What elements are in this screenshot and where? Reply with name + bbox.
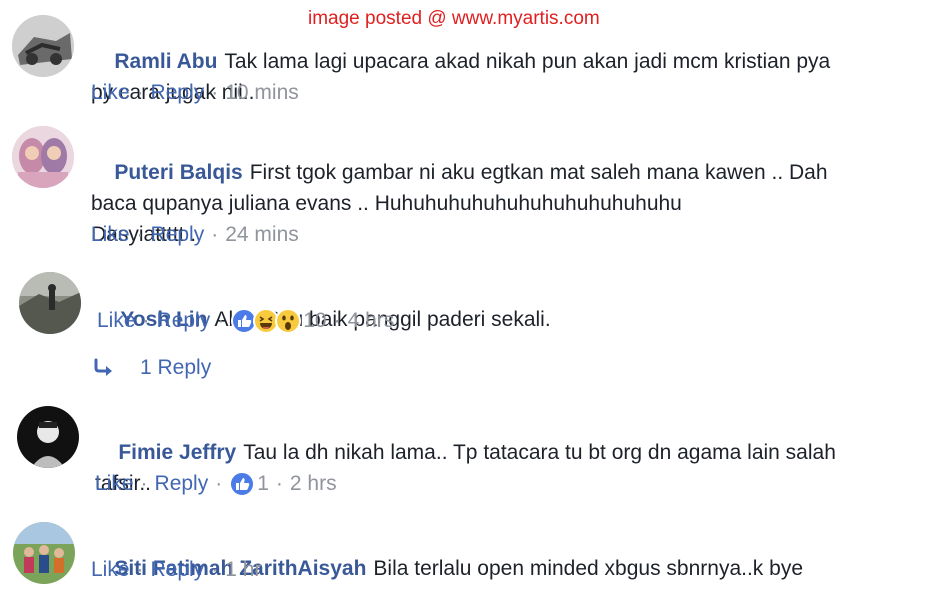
- wow-reaction-icon: [275, 308, 302, 334]
- separator-dot: ·: [136, 81, 144, 104]
- comment-timestamp[interactable]: 4 hrs: [348, 309, 395, 333]
- separator-dot: ·: [136, 223, 144, 246]
- reply-button[interactable]: Reply: [155, 472, 209, 496]
- like-button[interactable]: Like: [91, 223, 130, 247]
- comment-text: Bila terlalu open minded xbgus sbnrnya..…: [373, 557, 803, 580]
- commenter-name[interactable]: Fimie Jeffry: [118, 441, 236, 464]
- avatar[interactable]: [13, 522, 75, 584]
- avatar-image: [19, 272, 81, 334]
- reply-button[interactable]: Reply: [157, 309, 211, 333]
- separator-dot: ·: [217, 309, 225, 332]
- reply-button[interactable]: Reply: [151, 558, 205, 582]
- reaction-count[interactable]: 10: [303, 309, 326, 333]
- reaction-count[interactable]: 1: [257, 472, 269, 496]
- separator-dot: ·: [211, 558, 219, 581]
- replies-count-label[interactable]: 1 Reply: [140, 356, 211, 380]
- like-button[interactable]: Like: [91, 558, 130, 582]
- separator-dot: ·: [275, 472, 283, 495]
- reply-arrow-icon: [94, 358, 112, 376]
- avatar[interactable]: [17, 406, 79, 468]
- avatar[interactable]: [12, 126, 74, 188]
- separator-dot: ·: [140, 472, 148, 495]
- reactions-summary[interactable]: [229, 471, 256, 497]
- separator-dot: ·: [215, 472, 223, 495]
- avatar[interactable]: [12, 15, 74, 77]
- separator-dot: ·: [136, 558, 144, 581]
- avatar-image: [12, 126, 74, 188]
- avatar-image: [17, 406, 79, 468]
- comment-timestamp[interactable]: 24 mins: [225, 223, 299, 247]
- view-replies-link[interactable]: 1 Reply: [92, 356, 211, 380]
- reply-button[interactable]: Reply: [151, 81, 205, 105]
- comment-timestamp[interactable]: 10 mins: [225, 81, 299, 105]
- like-button[interactable]: Like: [97, 309, 136, 333]
- watermark-text: image posted @ www.myartis.com: [308, 8, 600, 29]
- comment-timestamp[interactable]: 1 hr: [225, 558, 261, 582]
- like-button[interactable]: Like: [95, 472, 134, 496]
- separator-dot: ·: [333, 309, 341, 332]
- avatar-image: [13, 522, 75, 584]
- commenter-name[interactable]: Ramli Abu: [114, 50, 217, 73]
- separator-dot: ·: [142, 309, 150, 332]
- separator-dot: ·: [211, 81, 219, 104]
- like-reaction-icon: [229, 471, 256, 497]
- comment-timestamp[interactable]: 2 hrs: [290, 472, 337, 496]
- reactions-summary[interactable]: [231, 308, 302, 334]
- commenter-name[interactable]: Puteri Balqis: [114, 161, 242, 184]
- avatar-image: [12, 15, 74, 77]
- reply-button[interactable]: Reply: [151, 223, 205, 247]
- avatar[interactable]: [19, 272, 81, 334]
- like-button[interactable]: Like: [91, 81, 130, 105]
- separator-dot: ·: [211, 223, 219, 246]
